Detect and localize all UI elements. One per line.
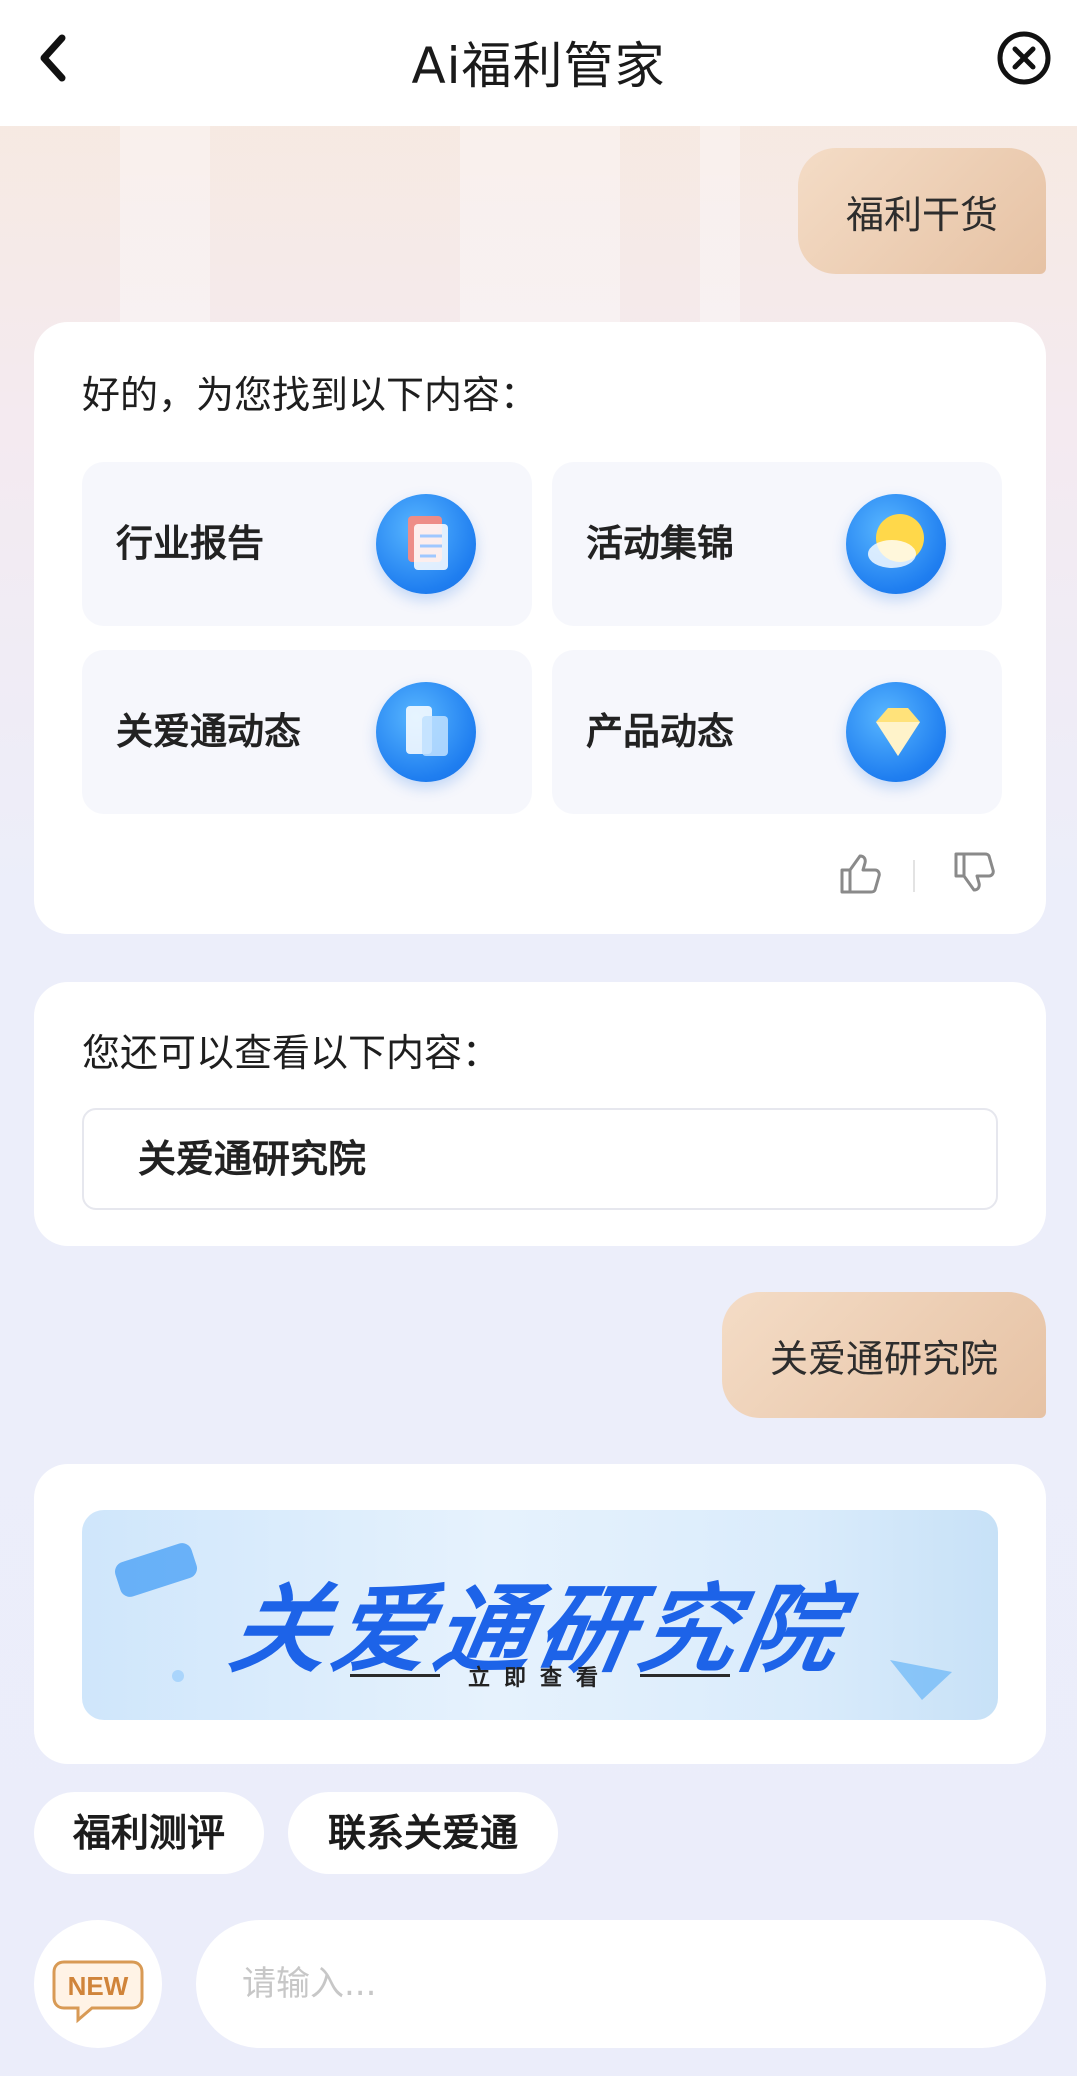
tile-label: 关爱通动态 [116,710,301,753]
feedback-divider [913,860,915,892]
files-icon [376,682,476,782]
top-bar: Ai福利管家 [0,0,1077,126]
close-button[interactable] [996,30,1052,86]
message-input[interactable] [196,1920,1046,2048]
quick-reply-welfare-review[interactable]: 福利测评 [34,1792,264,1874]
page-title: Ai福利管家 [411,37,666,95]
tile-label: 行业报告 [116,522,264,565]
more-content-card: 您还可以查看以下内容： 关爱通研究院 [34,982,1046,1246]
close-circle-icon [997,31,1051,85]
thumbs-up-button[interactable] [834,848,884,898]
new-chat-button[interactable]: NEW [34,1920,162,2048]
more-item-research-institute[interactable]: 关爱通研究院 [82,1108,998,1210]
tile-industry-report[interactable]: 行业报告 [82,462,532,626]
user-message-bubble: 关爱通研究院 [721,1292,1046,1418]
diamond-icon [846,682,946,782]
user-message-bubble: 福利干货 [797,148,1046,274]
thumbs-down-button[interactable] [948,848,998,898]
tile-guanaitong-news[interactable]: 关爱通动态 [82,650,532,814]
thumbs-down-icon [954,852,995,892]
banner-card: 关爱通研究院 立即查看 [34,1464,1046,1764]
sun-cloud-icon [846,494,946,594]
banner-subtitle: 立即查看 [467,1666,612,1691]
quick-reply-contact[interactable]: 联系关爱通 [288,1792,558,1874]
tile-label: 活动集锦 [586,522,734,565]
reply-intro-text: 好的，为您找到以下内容： [82,373,539,417]
user-message-text: 关爱通研究院 [769,1336,998,1381]
research-institute-banner[interactable]: 关爱通研究院 立即查看 [82,1510,998,1720]
new-badge-text: NEW [68,1971,129,2001]
tile-product-news[interactable]: 产品动态 [552,650,1002,814]
tile-event-highlights[interactable]: 活动集锦 [552,462,1002,626]
user-message-text: 福利干货 [845,192,998,237]
tile-label: 产品动态 [586,710,734,753]
assistant-reply-card: 好的，为您找到以下内容： 行业报告 活动集锦 关爱通动态 产品动态 [34,322,1046,934]
new-badge-icon: NEW [52,1960,144,2024]
document-icon [376,494,476,594]
more-item-label: 关爱通研究院 [138,1137,367,1181]
thumbs-up-icon [840,854,881,894]
more-intro-text: 您还可以查看以下内容： [82,1031,501,1075]
